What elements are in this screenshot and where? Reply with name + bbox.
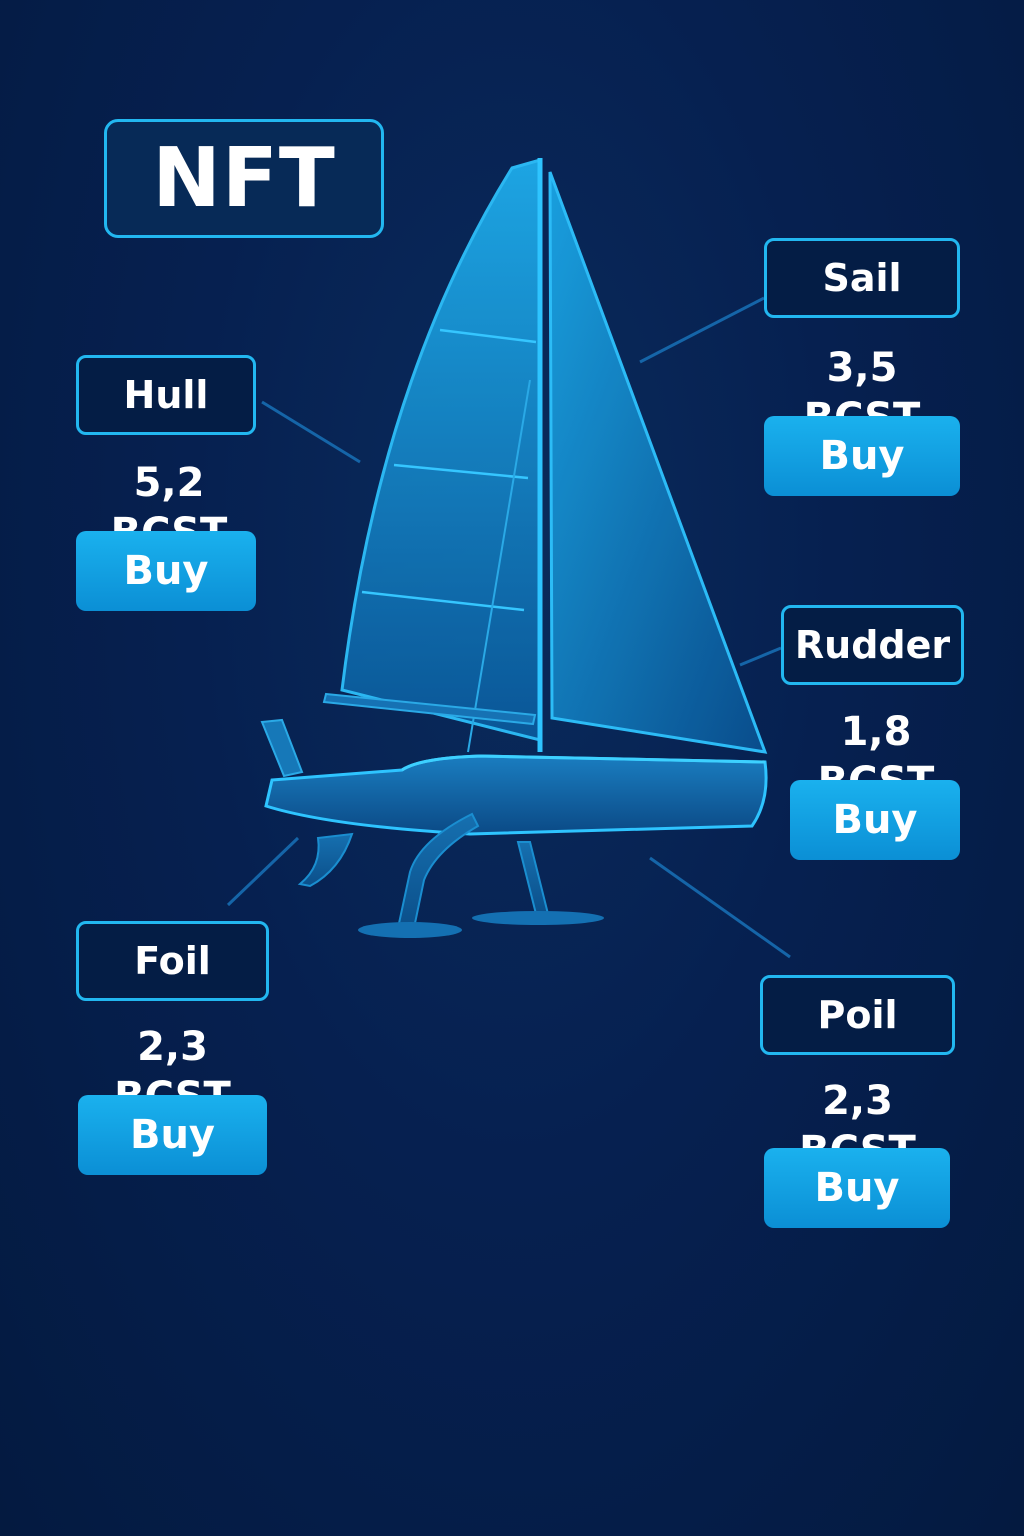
rudder-label: Rudder [781, 605, 964, 685]
foil-label: Foil [76, 921, 269, 1001]
main-sail [340, 158, 542, 742]
hull-shape [264, 754, 768, 836]
sail-price: 3,5 BCST [804, 345, 921, 441]
foil-price: 2,3 BCST [114, 1024, 231, 1120]
hull-connector-line [261, 400, 361, 464]
rear-foil [297, 832, 354, 888]
jib-sail [548, 171, 768, 754]
sail-connector-line [639, 296, 765, 364]
rudder-buy-button[interactable]: Buy [790, 780, 960, 860]
poil-label: Poil [760, 975, 955, 1055]
hull-label: Hull [76, 355, 256, 435]
sail-label: Sail [764, 238, 960, 318]
nft-title-box: NFT [104, 119, 384, 238]
page-title: NFT [152, 131, 336, 226]
foil-buy-button[interactable]: Buy [78, 1095, 267, 1175]
poil-buy-button[interactable]: Buy [764, 1148, 950, 1228]
front-foil-strut [516, 841, 550, 915]
front-foil-wing [472, 911, 604, 925]
page-background: NFT Hull 5,2 BCST Buy Sail 3,5 BCST Buy … [0, 0, 1024, 1536]
sail-buy-button[interactable]: Buy [764, 416, 960, 496]
stern-rudder [260, 718, 304, 778]
rudder-price: 1,8 BCST [818, 709, 935, 805]
foil-connector-line [226, 836, 300, 907]
poil-connector-line [649, 856, 791, 959]
poil-price: 2,3 BCST [799, 1078, 916, 1174]
rudder-connector-line [739, 646, 782, 667]
hull-buy-button[interactable]: Buy [76, 531, 256, 611]
hull-price: 5,2 BCST [111, 460, 228, 556]
main-foil-wing [358, 922, 462, 938]
